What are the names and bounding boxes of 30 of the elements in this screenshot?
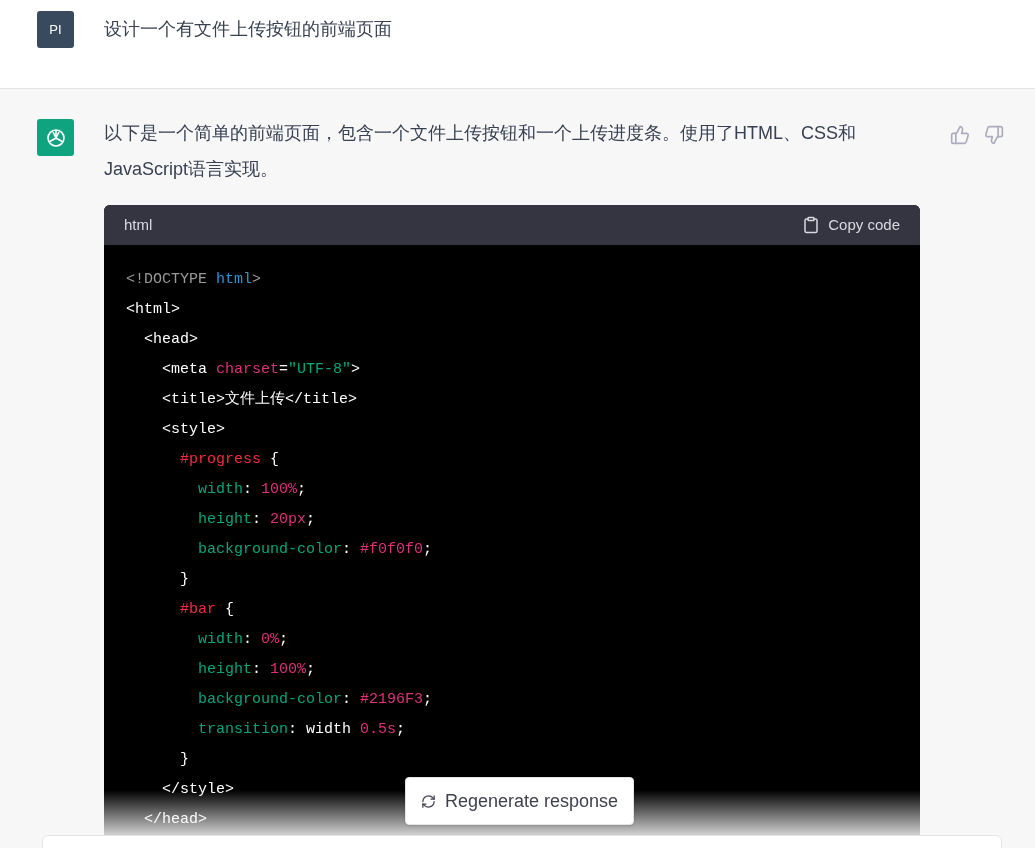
regenerate-button[interactable]: Regenerate response <box>405 777 635 825</box>
code-language: html <box>124 214 153 235</box>
thumbs-up-icon[interactable] <box>950 125 970 145</box>
assistant-message-text: 以下是一个简单的前端页面，包含一个文件上传按钮和一个上传进度条。使用了HTML、CSS和JavaScript语言实现。 <box>104 122 857 181</box>
clipboard-icon <box>802 216 821 234</box>
code-line: width: 100%; <box>197 480 307 500</box>
code-line: height: 100%; <box>197 660 316 680</box>
code-line: #progress { <box>179 450 280 470</box>
code-line: </head> <box>143 810 207 830</box>
code-line: transition: width 0.5s; <box>197 720 406 740</box>
code-line: </style> <box>161 780 235 800</box>
refresh-icon <box>421 793 436 809</box>
user-message-text: 设计一个有文件上传按钮的前端页面 <box>104 18 392 41</box>
code-line: #bar { <box>179 600 235 620</box>
user-avatar: PI <box>37 11 74 48</box>
thumbs-down-icon[interactable] <box>984 125 1004 145</box>
copy-code-button[interactable]: Copy code <box>802 213 900 237</box>
code-line: <title>文件上传</title> <box>161 389 358 410</box>
assistant-logo-icon <box>37 119 74 156</box>
code-line: } <box>179 750 189 770</box>
code-line: width: 0%; <box>197 630 289 650</box>
code-line: <html> <box>126 300 180 320</box>
code-line: <meta charset="UTF-8"> <box>161 360 361 380</box>
code-line: height: 20px; <box>197 510 316 530</box>
code-line: <head> <box>143 330 198 350</box>
code-line: background-color: #2196F3; <box>197 690 433 710</box>
code-line: <style> <box>161 420 226 440</box>
code-line: background-color: #f0f0f0; <box>197 540 433 560</box>
code-line: <!DOCTYPE html> <box>126 270 262 290</box>
code-line: } <box>179 570 189 590</box>
